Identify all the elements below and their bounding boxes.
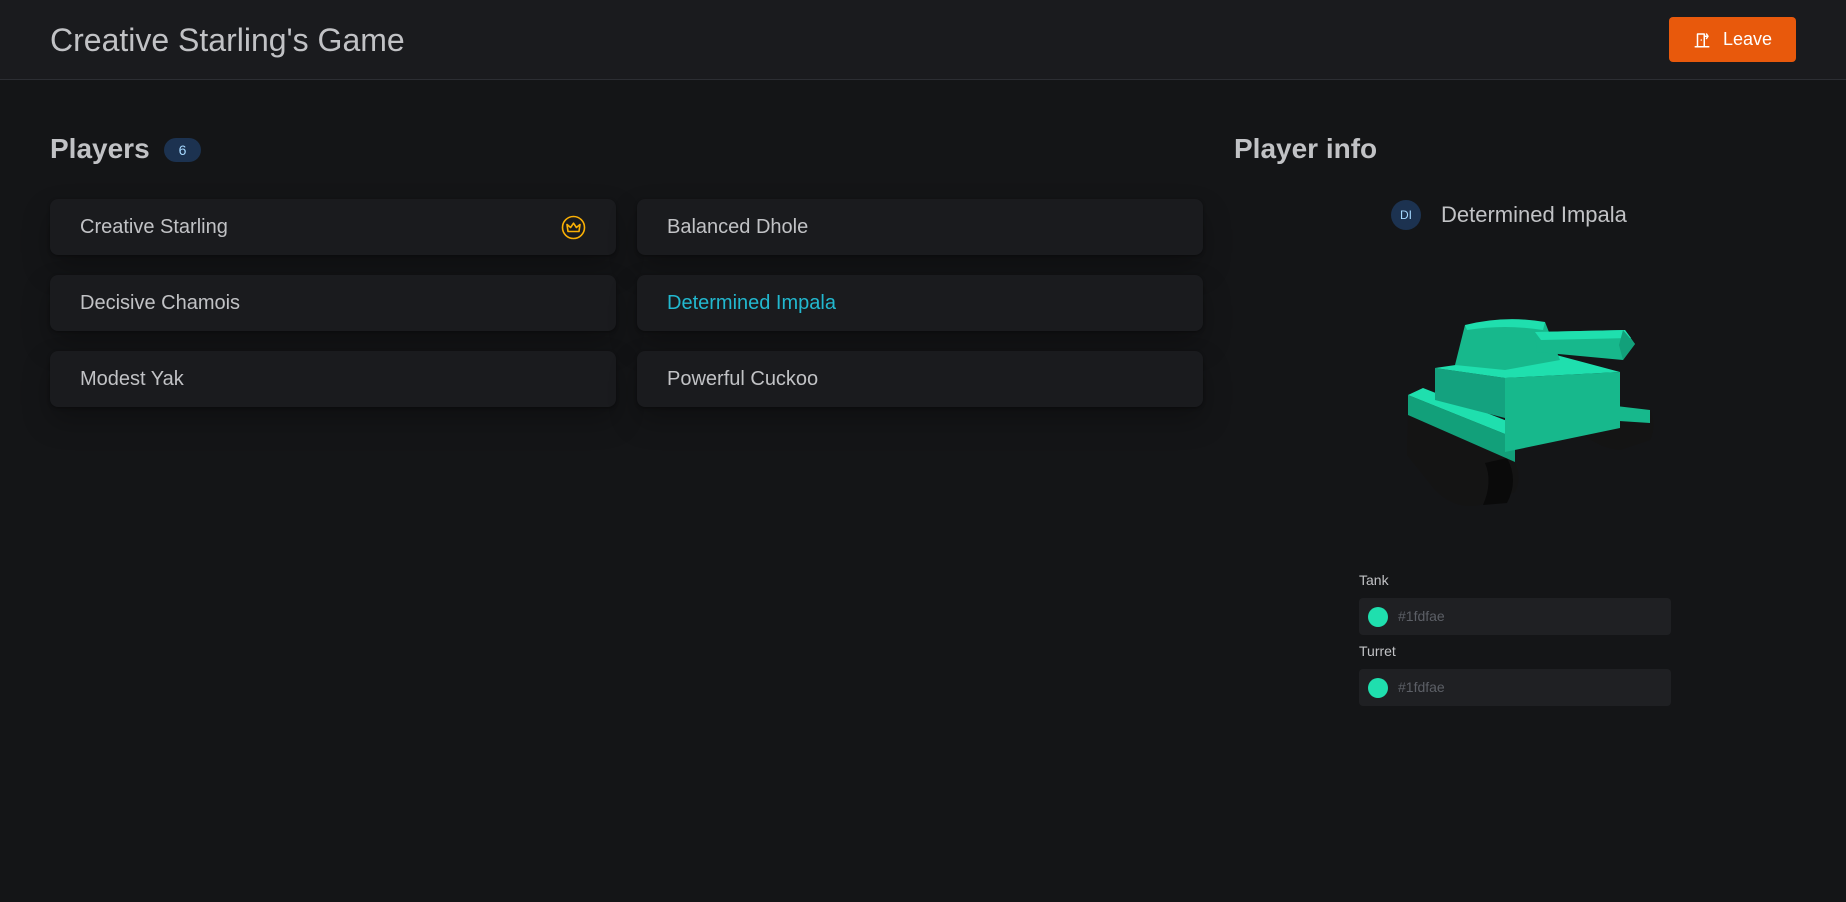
door-exit-icon — [1693, 31, 1711, 49]
player-card-decisive-chamois[interactable]: Decisive Chamois — [50, 275, 616, 331]
turret-color-value: #1fdfae — [1398, 679, 1445, 695]
player-list: Creative Starling Balanced Dhole Decisiv… — [50, 199, 1204, 407]
leave-label: Leave — [1722, 29, 1773, 49]
leave-button[interactable]: Leave — [1669, 17, 1796, 62]
player-card-powerful-cuckoo[interactable]: Powerful Cuckoo — [637, 351, 1203, 407]
player-card-creative-starling[interactable]: Creative Starling — [50, 199, 616, 255]
tank-preview-3d[interactable] — [1395, 300, 1675, 530]
game-title: Creative Starling's Game — [50, 22, 405, 58]
player-count-badge: 6 — [164, 138, 201, 162]
turret-color-label: Turret — [1359, 643, 1396, 659]
selected-player-name: Determined Impala — [1441, 202, 1627, 227]
tank-color-value: #1fdfae — [1398, 608, 1445, 624]
turret-color-input[interactable]: #1fdfae — [1359, 669, 1671, 706]
player-name: Creative Starling — [80, 216, 228, 238]
player-name: Determined Impala — [667, 292, 836, 314]
player-name: Powerful Cuckoo — [667, 368, 819, 390]
player-name: Modest Yak — [80, 368, 184, 390]
player-name: Balanced Dhole — [667, 216, 809, 238]
player-name: Decisive Chamois — [80, 292, 241, 314]
tank-color-label: Tank — [1359, 572, 1389, 588]
tank-color-swatch[interactable] — [1368, 607, 1388, 627]
app-header: Creative Starling's Game Leave — [0, 0, 1846, 80]
tank-color-input[interactable]: #1fdfae — [1359, 598, 1671, 635]
avatar: DI — [1391, 200, 1421, 230]
player-info-heading: Player info — [1234, 133, 1378, 164]
players-heading: Players — [50, 133, 150, 164]
player-card-determined-impala[interactable]: Determined Impala — [637, 275, 1203, 331]
crown-icon — [561, 215, 586, 240]
turret-color-swatch[interactable] — [1368, 678, 1388, 698]
player-card-modest-yak[interactable]: Modest Yak — [50, 351, 616, 407]
player-card-balanced-dhole[interactable]: Balanced Dhole — [637, 199, 1203, 255]
